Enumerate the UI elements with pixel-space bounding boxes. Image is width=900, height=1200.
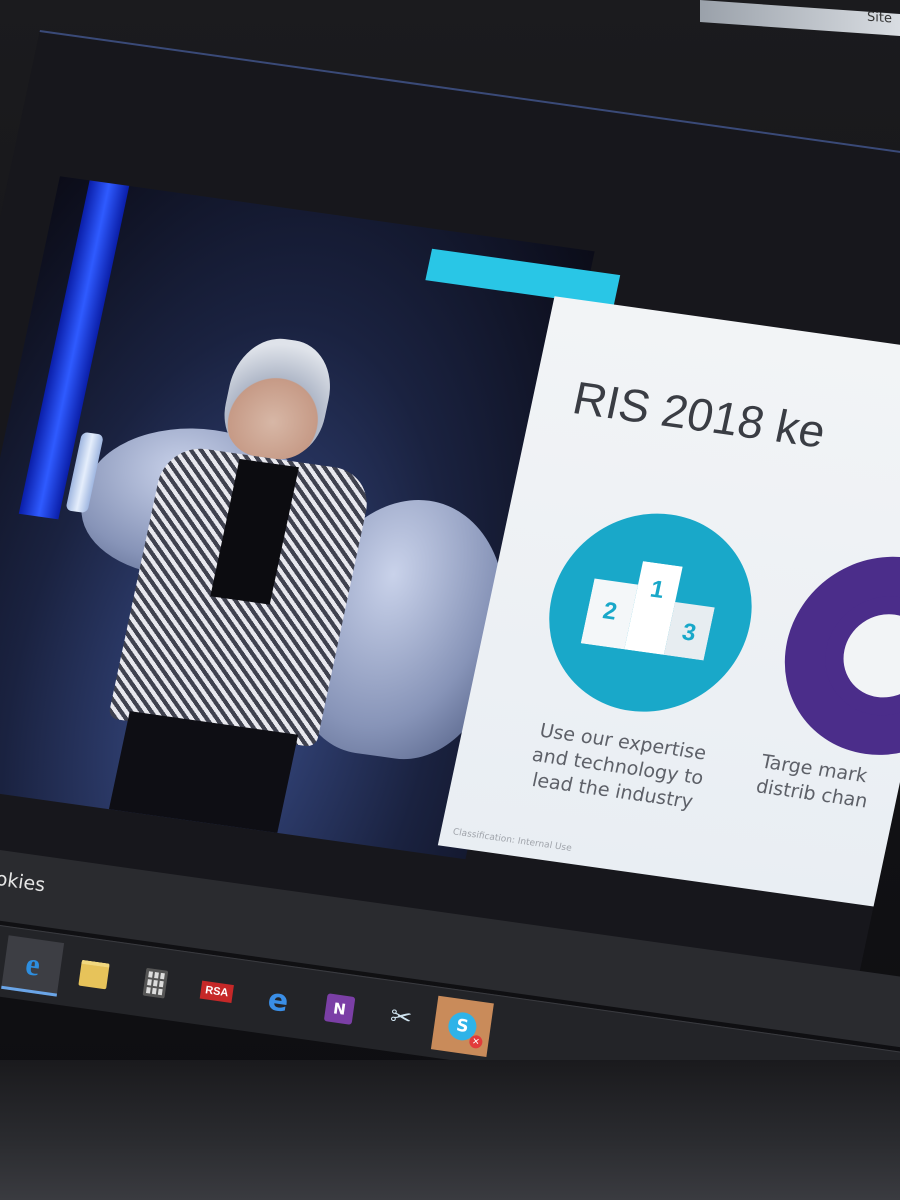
video-player[interactable]: RIS 2018 ke 1 2 3 Use our expertise and … (0, 30, 900, 995)
ie-icon: e (23, 945, 43, 983)
screen: RIS 2018 ke 1 2 3 Use our expertise and … (0, 0, 900, 1200)
snipping-tool-icon: ✂ (388, 1001, 414, 1035)
speaker-head (215, 332, 340, 465)
skype-glyph: S (454, 1015, 470, 1038)
taskbar-rsa[interactable]: RSA (185, 961, 248, 1022)
skype-icon: S ✕ (446, 1010, 484, 1050)
taskbar-snipping-tool[interactable]: ✂ (370, 987, 433, 1048)
folder-icon (78, 959, 110, 990)
slide-title: RIS 2018 ke (568, 371, 831, 458)
slide-caption-expertise: Use our expertise and technology to lead… (530, 719, 709, 814)
edge-icon: e (265, 981, 291, 1020)
cookie-notice-text: okies (0, 867, 47, 897)
podium-graphic: 1 2 3 (580, 561, 715, 661)
rsa-icon: RSA (200, 980, 234, 1003)
taskbar-internet-explorer[interactable]: e (1, 935, 65, 997)
taskbar-skype[interactable]: S ✕ (430, 995, 494, 1057)
slide-classification: Classification: Internal Use (451, 827, 573, 854)
taskbar-onenote[interactable]: N (308, 978, 371, 1039)
onenote-icon: N (323, 993, 356, 1025)
slide-caption-target: Targe mark distrib chan (754, 750, 870, 813)
calculator-icon (142, 967, 169, 999)
taskbar-calculator[interactable] (124, 953, 187, 1014)
taskbar-edge[interactable]: e (247, 970, 310, 1031)
podium-icon: 1 2 3 (530, 500, 771, 725)
taskbar-file-explorer[interactable] (63, 944, 126, 1005)
desk-surface (0, 1060, 900, 1200)
target-icon (766, 543, 900, 768)
error-badge-icon: ✕ (468, 1034, 484, 1050)
